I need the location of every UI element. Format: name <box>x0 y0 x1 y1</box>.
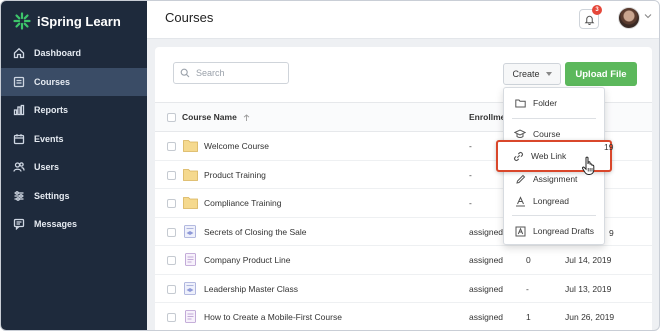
document-icon <box>185 310 196 323</box>
row-date: Jul 14, 2019 <box>565 255 612 265</box>
create-button[interactable]: Create <box>503 63 561 85</box>
course-name[interactable]: How to Create a Mobile-First Course <box>204 312 342 322</box>
sidebar-item-label: Users <box>34 162 60 173</box>
course-name[interactable]: Product Training <box>204 170 266 180</box>
sidebar-item-dashboard[interactable]: Dashboard <box>1 39 147 68</box>
message-icon <box>12 217 26 231</box>
sidebar-item-reports[interactable]: Reports <box>1 96 147 125</box>
menu-item-folder[interactable]: Folder <box>504 92 604 114</box>
avatar[interactable] <box>618 7 640 29</box>
row-checkbox[interactable] <box>167 199 176 208</box>
page-title: Courses <box>165 10 214 25</box>
row-checkbox[interactable] <box>167 170 176 180</box>
notifications-button[interactable]: 3 <box>579 5 602 29</box>
row-date: Jun 26, 2019 <box>565 312 615 322</box>
sidebar-item-label: Courses <box>34 76 71 87</box>
text-a-icon <box>514 195 526 207</box>
sidebar-item-events[interactable]: Events <box>1 125 147 154</box>
row-checkbox[interactable] <box>167 142 176 151</box>
partial-date: 19 <box>604 142 614 152</box>
top-bar: Courses 3 <box>147 1 659 39</box>
hand-cursor-icon <box>581 156 595 175</box>
search-icon <box>180 68 190 78</box>
row-checkbox[interactable] <box>167 284 176 294</box>
row-checkbox[interactable] <box>167 227 176 237</box>
document-icon <box>185 253 196 266</box>
calendar-icon <box>12 132 26 146</box>
sidebar-item-users[interactable]: Users <box>1 153 147 182</box>
graduation-cap-icon <box>514 128 526 140</box>
table-row[interactable]: Company Product Line assigned 0 Jul 14, 201… <box>155 246 652 275</box>
column-header-name[interactable]: Course Name <box>182 112 250 122</box>
enrollment-status: - <box>469 198 472 208</box>
sidebar: iSpring Learn Dashboard Courses Reports <box>1 1 147 330</box>
enrollment-status: assigned <box>469 312 504 322</box>
sidebar-item-label: Messages <box>34 219 78 230</box>
partial-date: 9 <box>609 228 614 238</box>
row-checkbox[interactable] <box>167 313 176 322</box>
enrollment-status: - <box>469 169 472 180</box>
chevron-down-icon[interactable] <box>644 13 652 19</box>
course-icon <box>184 224 196 238</box>
row-checkbox[interactable] <box>167 256 176 265</box>
sidebar-item-label: Reports <box>34 105 69 116</box>
course-name[interactable]: Secrets of Closing the Sale <box>204 227 307 237</box>
menu-divider <box>512 215 596 216</box>
sidebar-item-messages[interactable]: Messages <box>1 210 147 239</box>
sliders-icon <box>12 189 26 203</box>
brand-name: iSpring Learn <box>37 13 121 29</box>
menu-item-label: Web Link <box>531 151 567 161</box>
row-date: Jul 13, 2019 <box>565 283 612 294</box>
course-name[interactable]: Leadership Master Class <box>204 284 298 294</box>
select-all-checkbox[interactable] <box>167 112 176 122</box>
folder-icon <box>514 97 526 109</box>
link-icon <box>512 150 524 162</box>
sort-up-icon <box>243 114 250 121</box>
search-box[interactable] <box>173 62 289 84</box>
enrollment-status: assigned <box>469 226 504 237</box>
folder-icon <box>183 140 198 152</box>
ispring-logo-icon <box>13 12 31 30</box>
upload-file-button[interactable]: Upload File <box>565 62 637 86</box>
sidebar-item-label: Settings <box>34 190 70 201</box>
home-icon <box>12 46 26 60</box>
course-name[interactable]: Compliance Training <box>204 198 281 208</box>
course-name[interactable]: Welcome Course <box>204 141 269 151</box>
menu-item-longread[interactable]: Longread <box>504 190 604 212</box>
enrollment-count: 0 <box>526 255 531 265</box>
search-input[interactable] <box>196 68 284 78</box>
course-icon <box>184 281 196 295</box>
sidebar-item-courses[interactable]: Courses <box>1 67 147 96</box>
enrollment-count: - <box>526 283 529 294</box>
courses-icon <box>12 75 26 89</box>
app-window: iSpring Learn Dashboard Courses Reports <box>0 0 660 331</box>
table-row[interactable]: Leadership Master Class assigned - Jul 13, … <box>155 275 652 303</box>
users-icon <box>12 160 26 174</box>
folder-icon <box>183 197 198 209</box>
bell-icon <box>584 15 594 25</box>
column-header-enrollment[interactable]: Enrollme <box>469 112 505 122</box>
enrollment-status: assigned <box>469 283 504 294</box>
sidebar-item-label: Events <box>34 133 64 144</box>
sidebar-item-settings[interactable]: Settings <box>1 182 147 211</box>
caret-down-icon <box>545 72 552 76</box>
sidebar-nav: Dashboard Courses Reports Events Users S… <box>1 39 147 239</box>
brand[interactable]: iSpring Learn <box>13 11 121 31</box>
table-row[interactable]: How to Create a Mobile-First Course assig… <box>155 303 652 330</box>
draft-icon <box>514 225 526 237</box>
bar-chart-icon <box>12 103 26 117</box>
create-button-label: Create <box>512 69 540 79</box>
folder-icon <box>183 168 198 181</box>
notification-badge: 3 <box>592 5 602 15</box>
enrollment-status: - <box>469 141 472 151</box>
menu-item-longread-drafts[interactable]: Longread Drafts <box>504 220 604 242</box>
enrollment-status: assigned <box>469 255 504 265</box>
course-name[interactable]: Company Product Line <box>204 255 290 265</box>
menu-divider <box>512 118 596 119</box>
enrollment-count: 1 <box>526 312 531 322</box>
sidebar-item-label: Dashboard <box>34 48 82 59</box>
pencil-icon <box>514 173 526 185</box>
